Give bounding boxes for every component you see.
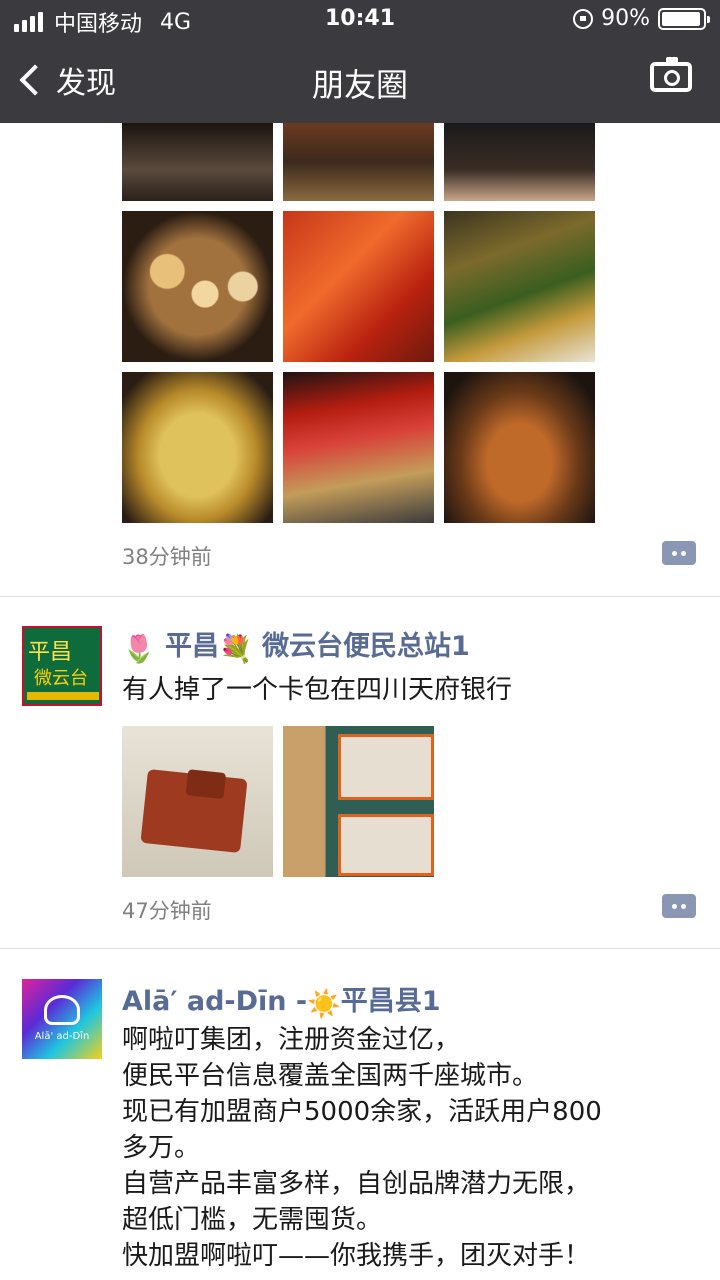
camera-icon[interactable] xyxy=(650,57,692,92)
nav-bar: 发现 朋友圈 xyxy=(0,40,720,123)
post-text: 有人掉了一个卡包在四川天府银行 xyxy=(122,675,513,705)
page-title: 朋友圈 xyxy=(311,66,408,104)
post-image[interactable] xyxy=(444,123,595,201)
battery-percent: 90% xyxy=(601,6,650,31)
tulip-icon: 🌷 xyxy=(122,634,156,665)
divider xyxy=(0,948,720,949)
post-text: 啊啦叮集团，注册资金过亿， 便民平台信息覆盖全国两千座城市。 现已有加盟商户50… xyxy=(122,1025,602,1271)
sun-icon: ☀️ xyxy=(307,989,341,1020)
post-author[interactable]: Alā′ ad-Dīn -☀️平昌县1 xyxy=(122,979,441,1020)
post-image[interactable] xyxy=(122,211,273,362)
rotation-lock-icon xyxy=(573,8,594,29)
post-time: 47分钟前 xyxy=(122,899,212,923)
post-image[interactable] xyxy=(122,123,273,201)
avatar-text: 平昌 xyxy=(28,640,73,665)
logo-icon xyxy=(44,995,80,1025)
avatar-text: Alā' ad-Dīn xyxy=(34,1031,90,1042)
avatar[interactable]: Alā' ad-Dīn xyxy=(22,979,102,1059)
bouquet-icon: 💐 xyxy=(219,634,253,665)
post-image[interactable] xyxy=(283,211,434,362)
post-image[interactable] xyxy=(444,372,595,523)
status-bar: 中国移动 4G 10:41 90% xyxy=(0,0,720,40)
post-image[interactable] xyxy=(283,123,434,201)
avatar-text: 微云台 xyxy=(34,668,88,689)
comment-icon[interactable] xyxy=(662,894,696,918)
post-image[interactable] xyxy=(122,726,273,877)
post-time: 38分钟前 xyxy=(122,545,212,569)
post-image[interactable] xyxy=(122,372,273,523)
battery-icon xyxy=(658,7,710,30)
comment-icon[interactable] xyxy=(662,541,696,565)
divider xyxy=(0,596,720,597)
post-author[interactable]: 🌷 平昌💐 微云台便民总站1 xyxy=(122,624,470,665)
post-image[interactable] xyxy=(283,372,434,523)
post-image[interactable] xyxy=(444,211,595,362)
post-image[interactable] xyxy=(283,726,434,877)
avatar[interactable]: 平昌 微云台 xyxy=(22,626,102,706)
